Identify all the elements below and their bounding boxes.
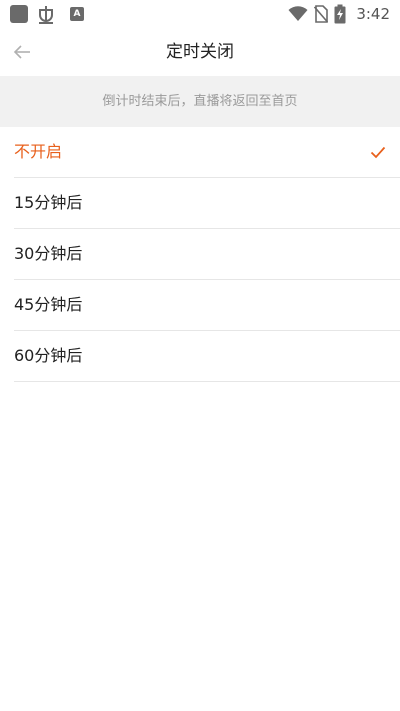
option-30-minutes[interactable]: 30分钟后 [14, 229, 400, 280]
status-bar: A 3:42 [0, 0, 400, 28]
header: 定时关闭 [0, 28, 400, 76]
option-off[interactable]: 不开启 [14, 127, 400, 178]
page-title: 定时关闭 [166, 42, 234, 62]
status-bar-notifications: A [10, 4, 84, 24]
option-label: 30分钟后 [14, 244, 83, 263]
option-label: 60分钟后 [14, 346, 83, 365]
bug-icon [39, 6, 53, 24]
option-label: 45分钟后 [14, 295, 83, 314]
status-bar-system: 3:42 [288, 3, 390, 25]
option-15-minutes[interactable]: 15分钟后 [14, 178, 400, 229]
wifi-icon [288, 6, 308, 21]
option-label: 15分钟后 [14, 193, 83, 212]
checkmark-icon [370, 146, 386, 159]
option-45-minutes[interactable]: 45分钟后 [14, 280, 400, 331]
option-60-minutes[interactable]: 60分钟后 [14, 331, 400, 382]
option-label: 不开启 [14, 142, 63, 161]
status-time: 3:42 [356, 5, 390, 23]
battery-charging-icon [334, 4, 346, 24]
app-square-icon [10, 5, 28, 23]
notice-banner: 倒计时结束后，直播将返回至首页 [0, 76, 400, 127]
timer-options-list: 不开启 15分钟后 30分钟后 45分钟后 60分钟后 [0, 127, 400, 382]
keyboard-a-icon: A [70, 7, 84, 21]
no-sim-icon [314, 5, 329, 23]
